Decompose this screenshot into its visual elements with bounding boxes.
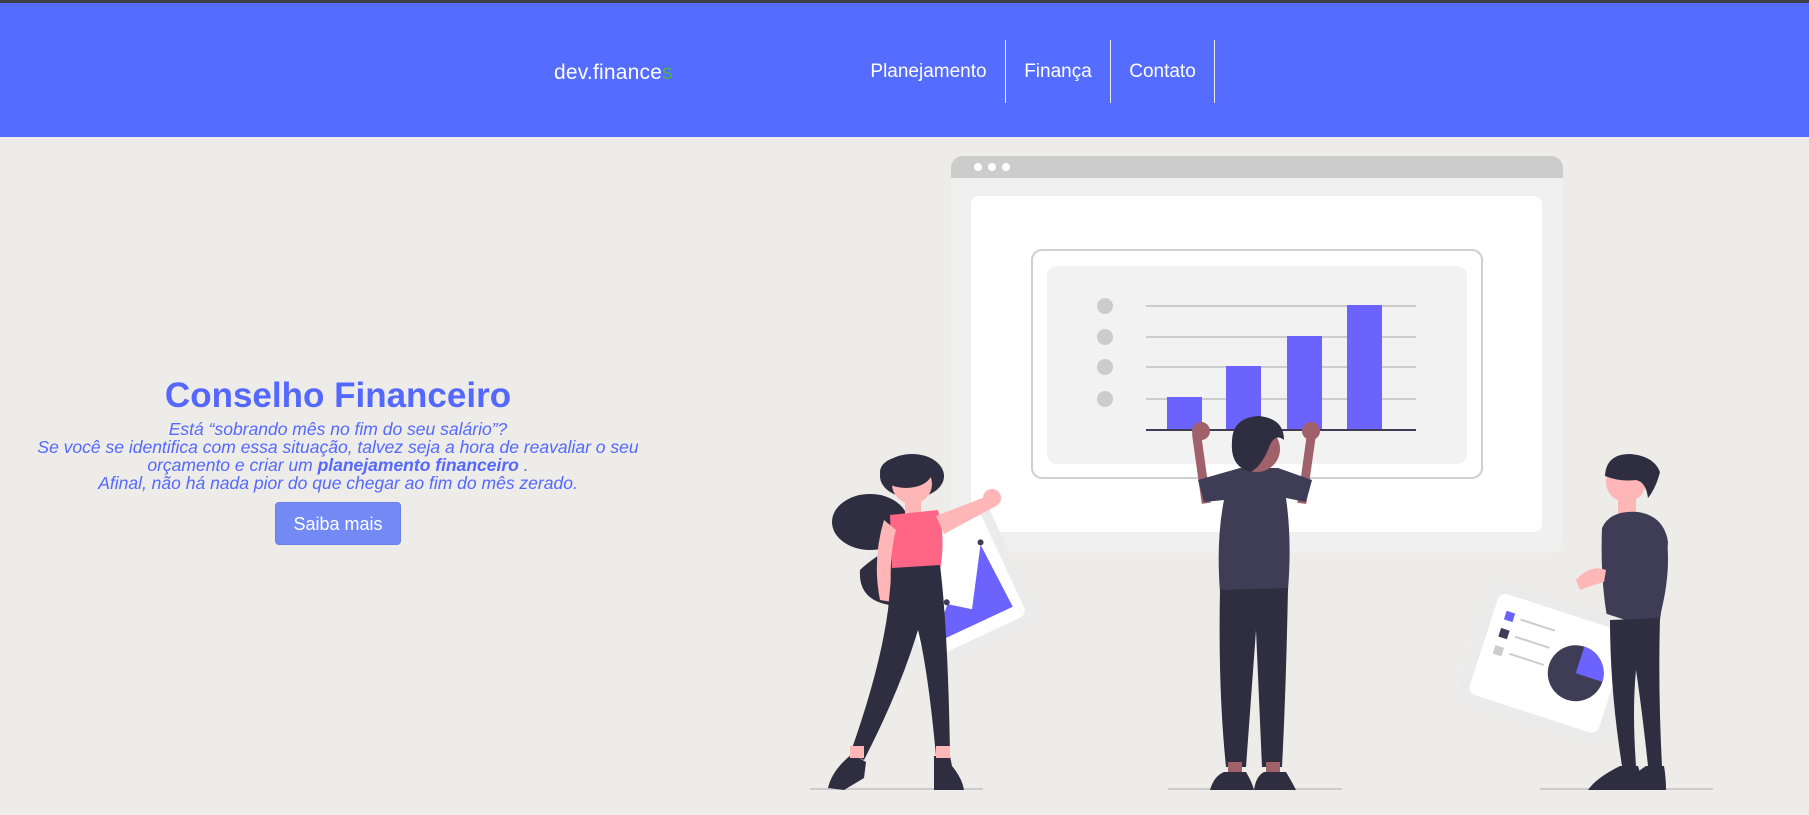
logo-part-dev: dev <box>554 61 587 84</box>
nav-link-financa[interactable]: Finança <box>1006 40 1111 103</box>
logo-accent: s <box>662 61 673 84</box>
logo-part-finance: finance <box>592 61 663 84</box>
navbar: dev.finances Planejamento Finança Contat… <box>0 3 1809 137</box>
logo[interactable]: dev.finances <box>554 61 673 85</box>
hero-highlight: planejamento financeiro <box>317 455 519 475</box>
saiba-mais-button[interactable]: Saiba mais <box>275 502 401 545</box>
nav-link-planejamento[interactable]: Planejamento <box>852 40 1006 103</box>
hero-description: Está “sobrando mês no fim do seu salário… <box>28 420 648 492</box>
hero-title: Conselho Financeiro <box>164 376 512 415</box>
financial-illustration <box>810 156 1713 790</box>
hero-line-2-end: . <box>523 455 529 475</box>
nav-link-contato[interactable]: Contato <box>1111 40 1215 103</box>
nav-menu: Planejamento Finança Contato <box>852 40 1215 103</box>
hero-section: Conselho Financeiro Está “sobrando mês n… <box>28 374 648 545</box>
hero-line-1: Está “sobrando mês no fim do seu salário… <box>168 419 508 439</box>
hero-line-3: Afinal, não há nada pior do que chegar a… <box>98 473 578 493</box>
